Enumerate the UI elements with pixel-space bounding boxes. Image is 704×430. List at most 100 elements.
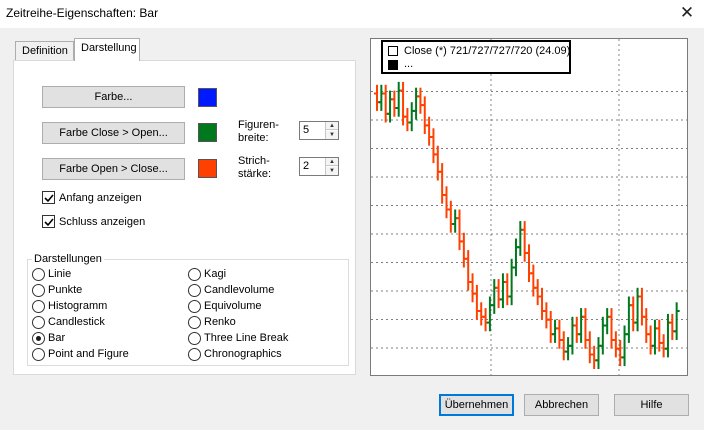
radio-three-line-break[interactable]: [188, 332, 201, 345]
radio-label-renko[interactable]: Renko: [204, 316, 236, 329]
radio-label-candlevolume[interactable]: Candlevolume: [204, 284, 274, 297]
color-open-gt-close-button[interactable]: Farbe Open > Close...: [42, 158, 185, 180]
ohlc-bar: [400, 81, 407, 126]
radio-label-chronographics[interactable]: Chronographics: [204, 348, 282, 361]
stroke-width-stepper[interactable]: 2 ▲ ▼: [299, 157, 339, 176]
legend-swatch-series: [388, 60, 398, 70]
radio-label-linie[interactable]: Linie: [48, 268, 71, 281]
radio-label-point-and-figure[interactable]: Point and Figure: [48, 348, 129, 361]
radio-label-candlestick[interactable]: Candlestick: [48, 316, 105, 329]
radio-equivolume[interactable]: [188, 300, 201, 313]
ohlc-bar: [565, 337, 572, 361]
ohlc-bar: [604, 308, 611, 335]
radio-label-equivolume[interactable]: Equivolume: [204, 300, 261, 313]
ohlc-bar: [539, 287, 546, 320]
ohlc-bar: [591, 345, 598, 369]
ohlc-bar: [430, 128, 437, 164]
ohlc-bar: [495, 279, 502, 309]
radio-chronographics[interactable]: [188, 348, 201, 361]
ohlc-bar: [582, 308, 589, 349]
tab-darstellung[interactable]: Darstellung: [74, 38, 140, 61]
show-start-checkbox[interactable]: [42, 191, 55, 204]
radio-label-histogramm[interactable]: Histogramm: [48, 300, 107, 313]
ohlc-bar: [374, 84, 380, 111]
ohlc-bar: [651, 319, 658, 355]
radio-histogramm[interactable]: [32, 300, 45, 313]
ohlc-bar: [378, 84, 385, 111]
apply-button[interactable]: Übernehmen: [439, 394, 514, 416]
help-button[interactable]: Hilfe: [614, 394, 689, 416]
figure-width-value[interactable]: 5: [303, 124, 309, 136]
ohlc-bar: [534, 279, 541, 306]
radio-linie[interactable]: [32, 268, 45, 281]
ohlc-bar: [439, 163, 446, 204]
show-end-checkbox[interactable]: [42, 215, 55, 228]
ohlc-bar: [560, 331, 567, 361]
stroke-width-label: Strich- stärke:: [238, 155, 272, 180]
ohlc-bar: [612, 331, 619, 358]
stepper-down-icon[interactable]: ▼: [326, 131, 338, 139]
stepper-up-icon[interactable]: ▲: [326, 158, 338, 166]
color-button[interactable]: Farbe...: [42, 86, 185, 108]
radio-candlestick[interactable]: [32, 316, 45, 329]
ohlc-bar: [443, 186, 450, 219]
tab-definition[interactable]: Definition: [15, 41, 74, 60]
stepper-up-icon[interactable]: ▲: [326, 122, 338, 130]
radio-label-bar[interactable]: Bar: [48, 332, 65, 345]
ohlc-bar: [664, 313, 671, 358]
stroke-width-value[interactable]: 2: [303, 160, 309, 172]
radio-label-punkte[interactable]: Punkte: [48, 284, 82, 297]
ohlc-bar: [504, 273, 511, 306]
radio-selected-dot: [36, 336, 41, 341]
radio-punkte[interactable]: [32, 284, 45, 297]
chart-legend: Close (*) 721/727/727/720 (24.09) ...: [381, 40, 571, 74]
ohlc-bar: [578, 308, 585, 343]
ohlc-bar: [673, 302, 680, 340]
chart-svg: [371, 39, 687, 377]
ohlc-bar: [643, 308, 650, 343]
checkmark-icon: [44, 194, 54, 203]
ohlc-bar: [608, 308, 615, 349]
legend-series-label: ...: [404, 58, 414, 70]
ohlc-bar: [660, 334, 667, 358]
figure-width-stepper[interactable]: 5 ▲ ▼: [299, 121, 339, 140]
radio-label-kagi[interactable]: Kagi: [204, 268, 226, 281]
ohlc-bar: [526, 244, 532, 282]
color-swatch[interactable]: [198, 88, 217, 107]
show-end-label[interactable]: Schluss anzeigen: [59, 216, 145, 229]
ohlc-bar: [517, 221, 524, 256]
show-start-label[interactable]: Anfang anzeigen: [59, 192, 142, 205]
close-icon[interactable]: ✕: [676, 2, 698, 24]
ohlc-bar: [630, 296, 637, 332]
ohlc-bar: [521, 221, 528, 262]
radio-bar[interactable]: [32, 332, 45, 345]
ohlc-bar: [547, 311, 554, 343]
ohlc-bar: [595, 337, 602, 369]
ohlc-bar: [395, 81, 402, 117]
stepper-down-icon[interactable]: ▼: [326, 167, 338, 175]
checkmark-icon: [44, 218, 54, 227]
ohlc-bar: [669, 313, 676, 340]
ohlc-bar: [421, 96, 428, 135]
color-close-gt-open-swatch[interactable]: [198, 123, 217, 142]
ohlc-bar: [387, 90, 394, 123]
ohlc-bar: [634, 287, 641, 332]
ohlc-bar: [508, 258, 515, 306]
ohlc-bar: [586, 331, 593, 364]
radio-candlevolume[interactable]: [188, 284, 201, 297]
radio-label-three-line-break[interactable]: Three Line Break: [204, 332, 288, 345]
window-title: Zeitreihe-Eigenschaften: Bar: [6, 6, 159, 20]
ohlc-bar: [552, 319, 559, 343]
ohlc-bar: [543, 302, 550, 329]
radio-kagi[interactable]: [188, 268, 201, 281]
ohlc-bar: [491, 279, 498, 314]
ohlc-bar: [499, 273, 506, 309]
ohlc-bar: [391, 90, 398, 117]
cancel-button[interactable]: Abbrechen: [524, 394, 599, 416]
color-close-gt-open-button[interactable]: Farbe Close > Open...: [42, 122, 185, 144]
color-open-gt-close-swatch[interactable]: [198, 159, 217, 178]
ohlc-bar: [647, 325, 654, 355]
radio-point-and-figure[interactable]: [32, 348, 45, 361]
radio-renko[interactable]: [188, 316, 201, 329]
ohlc-bar: [408, 102, 415, 132]
